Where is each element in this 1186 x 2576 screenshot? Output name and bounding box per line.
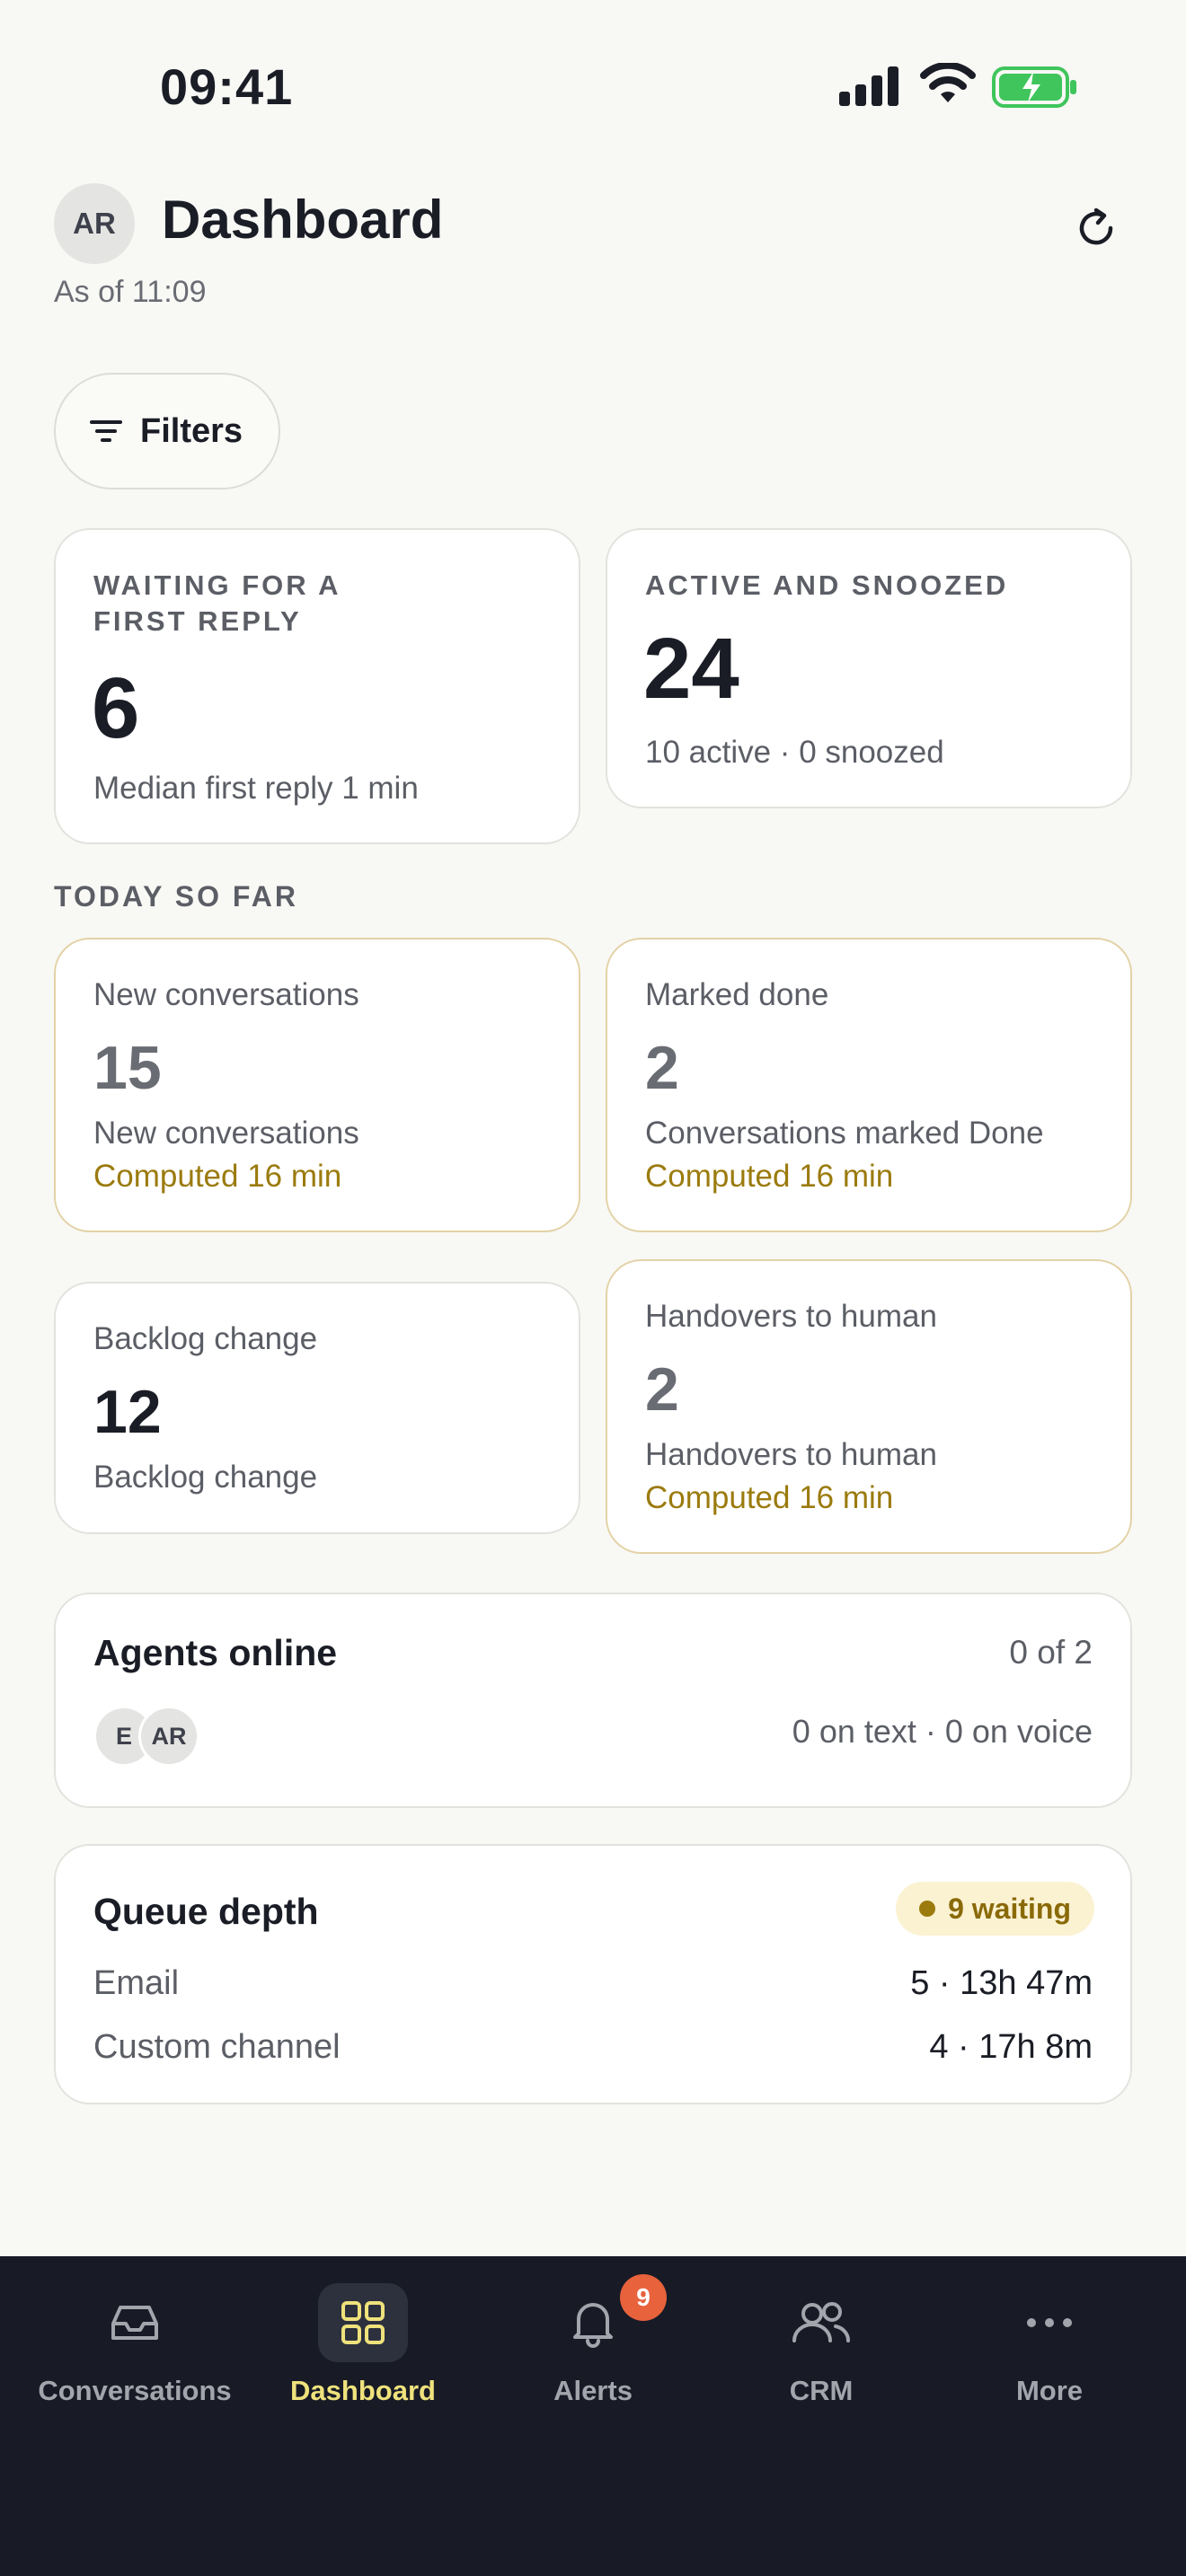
tab-dashboard[interactable]: Dashboard	[249, 2283, 477, 2436]
kpi-sub: 10 active · 0 snoozed	[645, 735, 944, 770]
bell-icon	[573, 2303, 613, 2348]
kpi-sub: Median first reply 1 min	[93, 771, 419, 806]
waiting-badge-label: 9 waiting	[948, 1892, 1071, 1925]
tile-description: Conversations marked Done	[645, 1116, 1044, 1151]
tile-marked-done[interactable]: Marked done 2 Conversations marked Done …	[606, 938, 1132, 1232]
battery-charging-icon	[992, 66, 1076, 108]
tab-label: Alerts	[553, 2375, 633, 2406]
tile-description: Handovers to human	[645, 1437, 937, 1472]
tab-label: Dashboard	[290, 2375, 436, 2406]
tile-computed: Computed 16 min	[645, 1480, 894, 1515]
bottom-tab-bar: Conversations Dashboard Alerts 9 CRM Mor…	[0, 2256, 1186, 2576]
tab-alerts[interactable]: Alerts	[479, 2283, 707, 2436]
kpi-value: 6	[92, 660, 140, 756]
tile-value: 12	[93, 1378, 162, 1446]
grid-icon	[341, 2301, 385, 2344]
tile-value: 2	[645, 1034, 679, 1102]
queue-row-label: Email	[93, 1964, 180, 2002]
tile-value: 15	[93, 1034, 162, 1102]
filters-label: Filters	[140, 411, 243, 450]
queue-row-value: 5 · 13h 47m	[910, 1964, 1093, 2002]
agents-online-card[interactable]: Agents online 0 of 2 E AR 0 on text · 0 …	[54, 1592, 1132, 1808]
queue-row-value: 4 · 17h 8m	[929, 2028, 1093, 2066]
tab-label: CRM	[789, 2375, 854, 2406]
kpi-card-waiting[interactable]: WAITING FOR A FIRST REPLY 6 Median first…	[54, 528, 580, 844]
tile-new-conversations[interactable]: New conversations 15 New conversations C…	[54, 938, 580, 1232]
last-updated-label: As of 11:09	[54, 275, 207, 309]
agents-channel-breakdown: 0 on text · 0 on voice	[792, 1713, 1093, 1750]
tile-label: Marked done	[645, 977, 829, 1012]
filter-icon	[90, 420, 122, 442]
waiting-badge: 9 waiting	[896, 1882, 1094, 1936]
agent-avatar: AR	[138, 1706, 199, 1767]
status-time: 09:41	[160, 58, 294, 115]
kpi-label: ACTIVE AND SNOOZED	[645, 569, 1009, 601]
header: AR Dashboard As of 11:09	[54, 183, 1132, 318]
kpi-card-active[interactable]: ACTIVE AND SNOOZED 24 10 active · 0 snoo…	[606, 528, 1132, 808]
tab-label: More	[1015, 2375, 1084, 2406]
tab-crm[interactable]: CRM	[707, 2283, 935, 2436]
kpi-label: WAITING FOR A FIRST REPLY	[93, 569, 341, 637]
filters-button[interactable]: Filters	[54, 373, 280, 490]
refresh-icon	[1079, 207, 1113, 245]
tile-description: New conversations	[93, 1116, 359, 1151]
wifi-icon	[920, 63, 976, 102]
tile-handovers[interactable]: Handovers to human 2 Handovers to human …	[606, 1259, 1132, 1554]
tile-description: Backlog change	[93, 1460, 318, 1495]
tile-computed: Computed 16 min	[93, 1159, 342, 1194]
alerts-count-badge: 9	[620, 2274, 667, 2321]
agents-online-count: 0 of 2	[1009, 1634, 1093, 1671]
user-avatar[interactable]: AR	[54, 183, 135, 264]
tile-backlog-change[interactable]: Backlog change 12 Backlog change	[54, 1282, 580, 1534]
status-dot-icon	[919, 1901, 936, 1917]
users-icon	[792, 2302, 850, 2342]
status-bar: 09:41	[0, 0, 1186, 171]
tile-value: 2	[645, 1355, 679, 1424]
inbox-icon	[111, 2306, 158, 2340]
queue-depth-title: Queue depth	[93, 1891, 319, 1932]
tile-computed: Computed 16 min	[645, 1159, 894, 1194]
tile-label: Handovers to human	[645, 1299, 937, 1334]
tab-more[interactable]: More	[935, 2283, 1164, 2436]
cellular-signal-icon	[839, 66, 898, 106]
tab-label: Conversations	[38, 2375, 232, 2406]
refresh-button[interactable]	[1060, 192, 1132, 264]
tile-label: New conversations	[93, 977, 359, 1012]
kpi-value: 24	[643, 621, 739, 717]
page-title: Dashboard	[162, 190, 444, 250]
tab-conversations[interactable]: Conversations	[21, 2283, 249, 2436]
section-label-today: TODAY SO FAR	[54, 880, 298, 913]
more-icon	[1027, 2318, 1072, 2327]
queue-depth-card[interactable]: Queue depth 9 waiting Email 5 · 13h 47m …	[54, 1844, 1132, 2104]
agents-online-title: Agents online	[93, 1632, 338, 1673]
tile-label: Backlog change	[93, 1321, 318, 1356]
queue-row-label: Custom channel	[93, 2028, 341, 2066]
